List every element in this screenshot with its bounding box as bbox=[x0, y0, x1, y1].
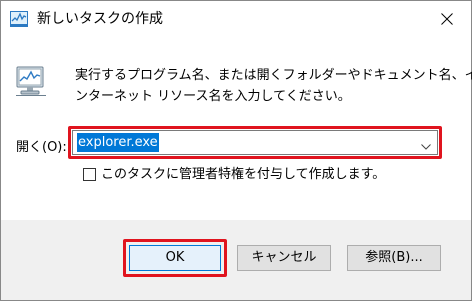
button-bar: OK キャンセル 参照(B)... bbox=[1, 220, 471, 300]
run-dialog-icon bbox=[14, 65, 48, 97]
admin-checkbox-label[interactable]: このタスクに管理者特権を付与して作成します。 bbox=[101, 165, 385, 185]
chevron-down-icon[interactable] bbox=[421, 139, 431, 154]
dialog-body: 実行するプログラム名、または開くフォルダーやドキュメント名、イ ンターネット リ… bbox=[1, 37, 472, 220]
close-button[interactable] bbox=[425, 1, 471, 37]
admin-privileges-checkbox[interactable] bbox=[83, 168, 96, 181]
task-manager-icon bbox=[10, 11, 28, 27]
title-bar: 新しいタスクの作成 bbox=[1, 1, 471, 37]
browse-button[interactable]: 参照(B)... bbox=[347, 245, 441, 271]
open-combobox[interactable]: explorer.exe bbox=[72, 130, 438, 155]
close-icon bbox=[441, 13, 453, 25]
instructions-line-1: 実行するプログラム名、または開くフォルダーやドキュメント名、イ bbox=[75, 68, 472, 83]
open-label: 開く(O): bbox=[16, 140, 67, 155]
ok-button[interactable]: OK bbox=[129, 245, 221, 271]
instructions-line-2: ンターネット リソース名を入力してください。 bbox=[75, 89, 351, 104]
open-input-value[interactable]: explorer.exe bbox=[77, 133, 159, 152]
window-title: 新しいタスクの作成 bbox=[37, 11, 163, 27]
instructions-text: 実行するプログラム名、または開くフォルダーやドキュメント名、イ ンターネット リ… bbox=[75, 65, 472, 107]
cancel-button[interactable]: キャンセル bbox=[237, 245, 331, 271]
create-new-task-dialog: 新しいタスクの作成 実行するプログラム名、または開くフォルダーやドキュメント名、… bbox=[0, 0, 472, 301]
